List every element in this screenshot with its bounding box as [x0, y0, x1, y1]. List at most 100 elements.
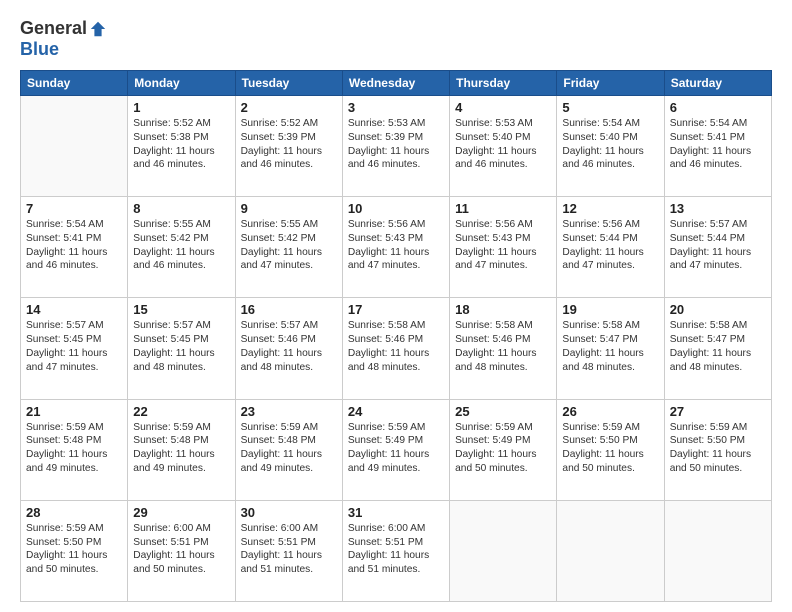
- calendar-cell: [664, 500, 771, 601]
- calendar-cell: 29 Sunrise: 6:00 AM Sunset: 5:51 PM Dayli…: [128, 500, 235, 601]
- day-number: 8: [133, 201, 229, 216]
- day-info: Sunrise: 5:52 AM Sunset: 5:38 PM Dayligh…: [133, 117, 229, 172]
- day-number: 23: [241, 404, 337, 419]
- calendar-cell: 11 Sunrise: 5:56 AM Sunset: 5:43 PM Dayli…: [450, 197, 557, 298]
- day-number: 27: [670, 404, 766, 419]
- day-info: Sunrise: 5:54 AM Sunset: 5:41 PM Dayligh…: [26, 218, 122, 273]
- calendar-cell: 15 Sunrise: 5:57 AM Sunset: 5:45 PM Dayli…: [128, 298, 235, 399]
- logo-general-text: General: [20, 18, 87, 39]
- calendar-cell: 24 Sunrise: 5:59 AM Sunset: 5:49 PM Dayli…: [342, 399, 449, 500]
- day-info: Sunrise: 5:57 AM Sunset: 5:44 PM Dayligh…: [670, 218, 766, 273]
- day-number: 25: [455, 404, 551, 419]
- day-info: Sunrise: 5:59 AM Sunset: 5:49 PM Dayligh…: [455, 421, 551, 476]
- day-info: Sunrise: 5:59 AM Sunset: 5:48 PM Dayligh…: [133, 421, 229, 476]
- logo-blue-text: Blue: [20, 39, 59, 60]
- calendar-cell: 13 Sunrise: 5:57 AM Sunset: 5:44 PM Dayli…: [664, 197, 771, 298]
- calendar-cell: 17 Sunrise: 5:58 AM Sunset: 5:46 PM Dayli…: [342, 298, 449, 399]
- day-number: 15: [133, 302, 229, 317]
- day-info: Sunrise: 6:00 AM Sunset: 5:51 PM Dayligh…: [348, 522, 444, 577]
- day-number: 18: [455, 302, 551, 317]
- calendar-cell: 5 Sunrise: 5:54 AM Sunset: 5:40 PM Daylig…: [557, 96, 664, 197]
- day-info: Sunrise: 5:59 AM Sunset: 5:50 PM Dayligh…: [670, 421, 766, 476]
- day-info: Sunrise: 5:59 AM Sunset: 5:48 PM Dayligh…: [241, 421, 337, 476]
- calendar-cell: 7 Sunrise: 5:54 AM Sunset: 5:41 PM Daylig…: [21, 197, 128, 298]
- day-info: Sunrise: 5:56 AM Sunset: 5:43 PM Dayligh…: [455, 218, 551, 273]
- day-number: 5: [562, 100, 658, 115]
- calendar-cell: 22 Sunrise: 5:59 AM Sunset: 5:48 PM Dayli…: [128, 399, 235, 500]
- day-number: 12: [562, 201, 658, 216]
- calendar-cell: 2Sunrise: 5:52 AM Sunset: 5:39 PM Daylig…: [235, 96, 342, 197]
- day-number: 4: [455, 100, 551, 115]
- calendar-cell: 1 Sunrise: 5:52 AM Sunset: 5:38 PM Daylig…: [128, 96, 235, 197]
- calendar-week-row: 28Sunrise: 5:59 AM Sunset: 5:50 PM Dayli…: [21, 500, 772, 601]
- day-number: 22: [133, 404, 229, 419]
- day-number: 24: [348, 404, 444, 419]
- calendar-cell: 20 Sunrise: 5:58 AM Sunset: 5:47 PM Dayli…: [664, 298, 771, 399]
- day-number: 26: [562, 404, 658, 419]
- calendar-week-row: 14Sunrise: 5:57 AM Sunset: 5:45 PM Dayli…: [21, 298, 772, 399]
- day-info: Sunrise: 5:57 AM Sunset: 5:45 PM Dayligh…: [133, 319, 229, 374]
- day-number: 13: [670, 201, 766, 216]
- calendar-cell: 30 Sunrise: 6:00 AM Sunset: 5:51 PM Dayli…: [235, 500, 342, 601]
- calendar-cell: 19Sunrise: 5:58 AM Sunset: 5:47 PM Dayli…: [557, 298, 664, 399]
- day-info: Sunrise: 5:56 AM Sunset: 5:43 PM Dayligh…: [348, 218, 444, 273]
- calendar-header-thursday: Thursday: [450, 71, 557, 96]
- logo-icon: [89, 20, 107, 38]
- day-info: Sunrise: 5:59 AM Sunset: 5:50 PM Dayligh…: [26, 522, 122, 577]
- day-number: 9: [241, 201, 337, 216]
- day-info: Sunrise: 5:58 AM Sunset: 5:47 PM Dayligh…: [670, 319, 766, 374]
- calendar-cell: 16Sunrise: 5:57 AM Sunset: 5:46 PM Dayli…: [235, 298, 342, 399]
- logo: General Blue: [20, 18, 107, 60]
- day-info: Sunrise: 5:59 AM Sunset: 5:48 PM Dayligh…: [26, 421, 122, 476]
- calendar-cell: 18Sunrise: 5:58 AM Sunset: 5:46 PM Dayli…: [450, 298, 557, 399]
- calendar-cell: 28Sunrise: 5:59 AM Sunset: 5:50 PM Dayli…: [21, 500, 128, 601]
- day-number: 1: [133, 100, 229, 115]
- day-number: 29: [133, 505, 229, 520]
- day-number: 20: [670, 302, 766, 317]
- calendar-header-wednesday: Wednesday: [342, 71, 449, 96]
- day-info: Sunrise: 5:59 AM Sunset: 5:49 PM Dayligh…: [348, 421, 444, 476]
- day-number: 10: [348, 201, 444, 216]
- calendar-header-sunday: Sunday: [21, 71, 128, 96]
- day-info: Sunrise: 5:54 AM Sunset: 5:41 PM Dayligh…: [670, 117, 766, 172]
- calendar-cell: 10 Sunrise: 5:56 AM Sunset: 5:43 PM Dayli…: [342, 197, 449, 298]
- calendar-header-saturday: Saturday: [664, 71, 771, 96]
- calendar-week-row: 21 Sunrise: 5:59 AM Sunset: 5:48 PM Dayli…: [21, 399, 772, 500]
- calendar-cell: 27 Sunrise: 5:59 AM Sunset: 5:50 PM Dayli…: [664, 399, 771, 500]
- day-number: 30: [241, 505, 337, 520]
- day-info: Sunrise: 5:58 AM Sunset: 5:46 PM Dayligh…: [348, 319, 444, 374]
- calendar-cell: 23 Sunrise: 5:59 AM Sunset: 5:48 PM Dayli…: [235, 399, 342, 500]
- calendar-header-row: SundayMondayTuesdayWednesdayThursdayFrid…: [21, 71, 772, 96]
- calendar-cell: 6 Sunrise: 5:54 AM Sunset: 5:41 PM Daylig…: [664, 96, 771, 197]
- day-info: Sunrise: 5:53 AM Sunset: 5:39 PM Dayligh…: [348, 117, 444, 172]
- day-number: 7: [26, 201, 122, 216]
- calendar-header-monday: Monday: [128, 71, 235, 96]
- calendar-cell: 14Sunrise: 5:57 AM Sunset: 5:45 PM Dayli…: [21, 298, 128, 399]
- day-info: Sunrise: 5:53 AM Sunset: 5:40 PM Dayligh…: [455, 117, 551, 172]
- calendar-cell: [557, 500, 664, 601]
- day-info: Sunrise: 5:57 AM Sunset: 5:45 PM Dayligh…: [26, 319, 122, 374]
- day-info: Sunrise: 5:57 AM Sunset: 5:46 PM Dayligh…: [241, 319, 337, 374]
- day-number: 17: [348, 302, 444, 317]
- calendar-cell: 12Sunrise: 5:56 AM Sunset: 5:44 PM Dayli…: [557, 197, 664, 298]
- calendar-cell: [21, 96, 128, 197]
- calendar-cell: [450, 500, 557, 601]
- calendar-cell: 4 Sunrise: 5:53 AM Sunset: 5:40 PM Daylig…: [450, 96, 557, 197]
- day-info: Sunrise: 5:55 AM Sunset: 5:42 PM Dayligh…: [133, 218, 229, 273]
- day-number: 2: [241, 100, 337, 115]
- calendar-cell: 26 Sunrise: 5:59 AM Sunset: 5:50 PM Dayli…: [557, 399, 664, 500]
- calendar-cell: 21 Sunrise: 5:59 AM Sunset: 5:48 PM Dayli…: [21, 399, 128, 500]
- calendar-header-tuesday: Tuesday: [235, 71, 342, 96]
- calendar-cell: 31Sunrise: 6:00 AM Sunset: 5:51 PM Dayli…: [342, 500, 449, 601]
- day-number: 21: [26, 404, 122, 419]
- day-number: 6: [670, 100, 766, 115]
- day-info: Sunrise: 6:00 AM Sunset: 5:51 PM Dayligh…: [133, 522, 229, 577]
- calendar-week-row: 1 Sunrise: 5:52 AM Sunset: 5:38 PM Daylig…: [21, 96, 772, 197]
- day-info: Sunrise: 5:55 AM Sunset: 5:42 PM Dayligh…: [241, 218, 337, 273]
- calendar-cell: 9 Sunrise: 5:55 AM Sunset: 5:42 PM Daylig…: [235, 197, 342, 298]
- day-number: 11: [455, 201, 551, 216]
- day-info: Sunrise: 5:54 AM Sunset: 5:40 PM Dayligh…: [562, 117, 658, 172]
- day-info: Sunrise: 5:59 AM Sunset: 5:50 PM Dayligh…: [562, 421, 658, 476]
- day-info: Sunrise: 6:00 AM Sunset: 5:51 PM Dayligh…: [241, 522, 337, 577]
- calendar-cell: 8 Sunrise: 5:55 AM Sunset: 5:42 PM Daylig…: [128, 197, 235, 298]
